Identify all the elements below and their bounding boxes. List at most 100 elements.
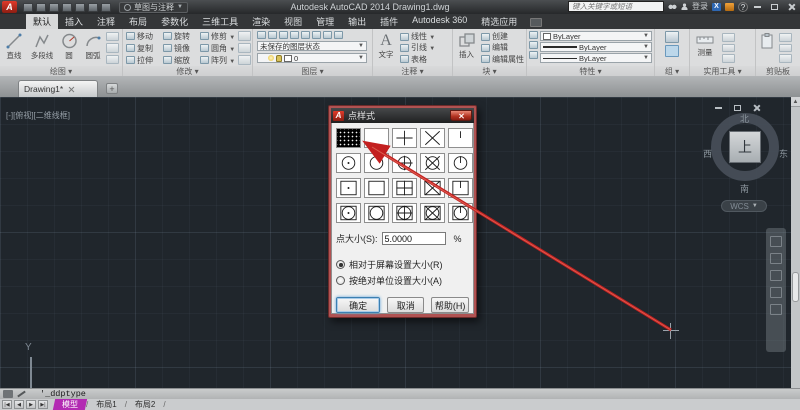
drawing-minimize-button[interactable]: [712, 103, 724, 113]
command-line-bar[interactable]: '_ddptype: [0, 388, 800, 399]
erase-tool-icon[interactable]: [238, 31, 251, 41]
linetype-dropdown[interactable]: ByLayer ▼: [540, 53, 652, 63]
block-button-3[interactable]: 编辑属性: [481, 54, 524, 65]
new-drawing-tab-button[interactable]: +: [106, 83, 118, 94]
quick-calc-icon[interactable]: [722, 43, 735, 53]
lineweight-list-icon[interactable]: [529, 41, 538, 49]
undo-icon[interactable]: [88, 2, 98, 12]
ribbon-tab-1[interactable]: 默认: [26, 13, 59, 29]
annotation-button-2[interactable]: 引线 ▼: [400, 42, 435, 53]
ribbon-tab-12[interactable]: Autodesk 360: [405, 13, 474, 29]
panel-label-properties[interactable]: 特性 ▾: [527, 66, 654, 76]
measure-button[interactable]: 测量: [692, 31, 718, 64]
panel-label-group[interactable]: 组 ▾: [655, 66, 689, 76]
ribbon-tab-4[interactable]: 布局: [122, 13, 154, 29]
minimize-button[interactable]: [750, 1, 764, 12]
file-tab-close-icon[interactable]: [68, 86, 75, 93]
radio-icon[interactable]: [336, 276, 345, 285]
pan-icon[interactable]: [770, 253, 782, 264]
viewcube-east[interactable]: 东: [779, 147, 788, 160]
search-icon[interactable]: [668, 3, 677, 10]
cancel-button[interactable]: 取消: [387, 297, 425, 313]
point-style-circle-plus[interactable]: [392, 153, 417, 173]
vertical-scrollbar[interactable]: ▲: [791, 97, 800, 388]
layer-color-swatch[interactable]: [284, 54, 292, 62]
point-style-dot-selected[interactable]: [336, 128, 361, 148]
offset-tool-icon[interactable]: [238, 55, 251, 65]
ribbon-tab-6[interactable]: 三维工具: [195, 13, 245, 29]
point-style-square-circle-plus[interactable]: [392, 203, 417, 223]
annotation-button-1[interactable]: 线性 ▼: [400, 31, 435, 42]
ribbon-tab-2[interactable]: 插入: [58, 13, 90, 29]
polyline-button[interactable]: 多段线: [28, 30, 56, 65]
point-style-square-plus[interactable]: [392, 178, 417, 198]
maximize-button[interactable]: [767, 1, 781, 12]
wcs-dropdown[interactable]: WCS ▼: [721, 200, 767, 212]
scrollbar-thumb[interactable]: [792, 272, 799, 302]
point-style-square-cross[interactable]: [420, 178, 445, 198]
viewcube-south[interactable]: 南: [740, 182, 749, 195]
quick-select-icon[interactable]: [722, 33, 735, 42]
layer-walk-icon[interactable]: [334, 31, 343, 39]
point-style-square-circle-cross[interactable]: [420, 203, 445, 223]
panel-label-modify[interactable]: 修改 ▾: [123, 66, 252, 76]
match-properties-icon[interactable]: [529, 31, 538, 39]
user-icon[interactable]: [681, 3, 688, 10]
modify-button-3[interactable]: 修剪 ▼: [200, 30, 237, 42]
panel-label-annotation[interactable]: 注释 ▾: [373, 66, 452, 76]
point-style-square-circle[interactable]: [364, 203, 389, 223]
ribbon-display-toggle-icon[interactable]: [530, 18, 543, 27]
open-file-icon[interactable]: [36, 2, 46, 12]
layer-match-icon[interactable]: [312, 31, 321, 39]
layer-isolate-icon[interactable]: [279, 31, 288, 39]
layout-nav-1-button[interactable]: |◀: [2, 400, 12, 409]
viewport-controls-label[interactable]: [-][俯视][二维线框]: [6, 110, 70, 121]
point-style-circle[interactable]: [364, 153, 389, 173]
point-style-blank[interactable]: [364, 128, 389, 148]
modify-button-2[interactable]: 旋转: [163, 30, 200, 42]
arc-button[interactable]: 圆弧: [82, 30, 104, 65]
point-style-plus[interactable]: [392, 128, 417, 148]
redo-icon[interactable]: [101, 2, 111, 12]
rectangle-tool-icon[interactable]: [106, 32, 119, 42]
zoom-icon[interactable]: [770, 270, 782, 281]
point-size-input[interactable]: [381, 232, 446, 245]
layer-state-dropdown[interactable]: 未保存的图层状态 ▼: [257, 41, 367, 51]
drawing-close-button[interactable]: [750, 103, 762, 113]
layer-select-dropdown[interactable]: 0 ▼: [257, 53, 367, 63]
annotation-button-3[interactable]: 表格: [400, 54, 435, 65]
layout-nav-2-button[interactable]: ◀: [14, 400, 24, 409]
paste-button[interactable]: [758, 31, 776, 64]
point-style-square-circle-dot[interactable]: [336, 203, 361, 223]
panel-label-layers[interactable]: 图层 ▾: [253, 66, 372, 76]
color-dropdown[interactable]: ByLayer ▼: [540, 31, 652, 41]
modify-button-6[interactable]: 圆角 ▼: [200, 42, 237, 54]
panel-label-utilities[interactable]: 实用工具 ▾: [690, 66, 755, 76]
layer-off-icon[interactable]: [268, 31, 277, 39]
ribbon-tab-10[interactable]: 输出: [341, 13, 373, 29]
command-customize-icon[interactable]: [3, 390, 13, 398]
panel-label-clipboard[interactable]: 剪贴板: [756, 66, 800, 76]
group-icon[interactable]: [665, 31, 679, 43]
lineweight-dropdown[interactable]: ByLayer ▼: [540, 42, 652, 52]
close-button[interactable]: [784, 1, 798, 12]
help-search-input[interactable]: [568, 1, 664, 12]
layer-freeze-icon[interactable]: [290, 31, 299, 39]
ribbon-tab-5[interactable]: 参数化: [154, 13, 195, 29]
layout-nav-3-button[interactable]: ▶: [26, 400, 36, 409]
point-style-square-dot[interactable]: [336, 178, 361, 198]
radio-icon[interactable]: [336, 260, 345, 269]
scroll-up-icon[interactable]: ▲: [791, 97, 800, 107]
radio-absolute-units[interactable]: 按绝对单位设置大小(A): [336, 274, 469, 287]
block-button-1[interactable]: 创建: [481, 31, 524, 42]
ribbon-tab-11[interactable]: 插件: [373, 13, 405, 29]
command-wrench-icon[interactable]: [17, 390, 26, 398]
workspace-dropdown[interactable]: 草图与注释 ▼: [119, 1, 188, 13]
point-style-tick[interactable]: [448, 128, 473, 148]
insert-block-button[interactable]: 插入: [455, 30, 478, 65]
copy-clip-icon[interactable]: [779, 43, 792, 53]
layer-lock-icon[interactable]: [301, 31, 310, 39]
id-point-icon[interactable]: [722, 54, 735, 64]
ungroup-icon[interactable]: [665, 45, 679, 57]
ribbon-tab-8[interactable]: 视图: [277, 13, 309, 29]
